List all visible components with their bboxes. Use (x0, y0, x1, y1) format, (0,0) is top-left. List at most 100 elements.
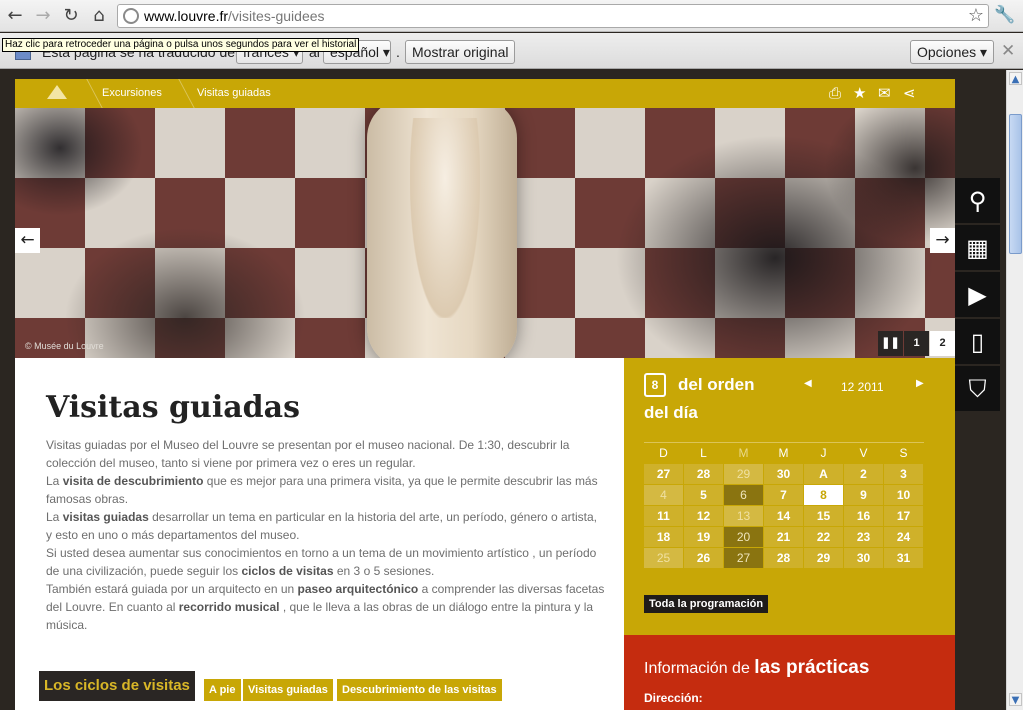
calendar-day[interactable]: 28 (764, 548, 804, 569)
home-icon[interactable]: ⌂ (88, 5, 110, 27)
calendar-grid: D L M M J V S 27 28 29 30 A 2 3 4 5 6 7 … (644, 442, 924, 569)
tab-descubrimiento[interactable]: Descubrimiento de las visitas (337, 679, 502, 701)
vertical-scrollbar[interactable]: ▲ ▼ (1006, 70, 1023, 710)
calendar-day[interactable]: 19 (684, 527, 724, 548)
site-header: Excursiones Visitas guiadas ⎙ ★ ✉ ⋖ (15, 79, 955, 108)
month-label: 12 2011 (841, 380, 884, 394)
calendar-day[interactable]: 24 (884, 527, 924, 548)
calendar-day[interactable]: 5 (684, 485, 724, 506)
practical-info-panel: Información de las prácticas Dirección: (624, 635, 955, 710)
previous-slide-arrow-icon[interactable]: ← (15, 228, 40, 253)
calendar-icon[interactable]: ▦ (955, 225, 1000, 272)
calendar-day[interactable]: 7 (764, 485, 804, 506)
calendar-day[interactable]: 10 (884, 485, 924, 506)
slide-button-1[interactable]: 1 (904, 331, 929, 356)
share-icon[interactable]: ⋖ (903, 84, 916, 102)
visit-cycles-link[interactable]: ciclos de visitas (241, 564, 333, 578)
calendar-day[interactable]: 9 (844, 485, 884, 506)
louvre-pyramid-logo[interactable] (47, 85, 67, 99)
all-programming-button[interactable]: Toda la programación (644, 595, 769, 613)
tab-visitas-guiadas[interactable]: Visitas guiadas (243, 679, 333, 701)
weekday-label: J (804, 443, 844, 464)
calendar-week-row: 11 12 13 14 15 16 17 (644, 506, 924, 527)
weekday-label: M (724, 443, 764, 464)
calendar-day[interactable]: 26 (684, 548, 724, 569)
calendar-day[interactable]: 29 (724, 464, 764, 485)
wrench-icon[interactable]: 🔧 (994, 5, 1015, 25)
hero-slideshow: © Musée du Louvre ← → ❚❚ 1 2 (15, 108, 955, 358)
calendar-day[interactable]: 4 (644, 485, 684, 506)
calendar-day[interactable]: 27 (644, 464, 684, 485)
options-button[interactable]: Opciones ▾ (910, 40, 995, 64)
tab-a-pie[interactable]: A pie (204, 679, 241, 701)
tickets-icon[interactable]: ▯ (955, 319, 1000, 366)
bookmark-star-icon[interactable]: ☆ (968, 5, 984, 26)
agenda-title-line2: del día (644, 403, 698, 422)
agenda-calendar: 8 del orden del día ◀ 12 2011 ▶ D L M M … (624, 358, 955, 635)
calendar-day[interactable]: 28 (684, 464, 724, 485)
calendar-day[interactable]: 13 (724, 506, 764, 527)
calendar-day[interactable]: 21 (764, 527, 804, 548)
calendar-day[interactable]: 11 (644, 506, 684, 527)
address-label: Dirección: (644, 691, 703, 705)
translate-period: . (396, 44, 400, 60)
calendar-week-row: 18 19 20 21 22 23 24 (644, 527, 924, 548)
breadcrumb-visitas-guiadas[interactable]: Visitas guiadas (197, 87, 271, 99)
weekday-label: V (844, 443, 884, 464)
calendar-day[interactable]: 6 (724, 485, 764, 506)
print-icon[interactable]: ⎙ (829, 84, 841, 102)
scroll-up-arrow-icon[interactable]: ▲ (1009, 72, 1022, 85)
reload-icon[interactable]: ↻ (60, 5, 82, 27)
calendar-day[interactable]: 30 (844, 548, 884, 569)
calendar-day[interactable]: 30 (764, 464, 804, 485)
calendar-day[interactable]: 23 (844, 527, 884, 548)
calendar-day[interactable]: 17 (884, 506, 924, 527)
tab-ciclos-de-visitas[interactable]: Los ciclos de visitas (39, 671, 195, 701)
slide-button-2[interactable]: 2 (930, 331, 955, 356)
close-icon[interactable]: ✕ (1001, 41, 1015, 61)
play-circle-icon[interactable]: ▶ (955, 272, 1000, 319)
back-arrow-icon[interactable]: ← (4, 5, 26, 27)
search-icon[interactable]: ⚲ (955, 178, 1000, 225)
calendar-day[interactable]: 22 (804, 527, 844, 548)
weekday-label: L (684, 443, 724, 464)
calendar-day[interactable]: 25 (644, 548, 684, 569)
discovery-visit-link[interactable]: visita de descubrimiento (63, 474, 204, 488)
forward-arrow-icon[interactable]: → (32, 5, 54, 27)
calendar-day[interactable]: A (804, 464, 844, 485)
calendar-day[interactable]: 15 (804, 506, 844, 527)
practical-info-title: Información de las prácticas (644, 657, 870, 678)
calendar-day[interactable]: 27 (724, 548, 764, 569)
calendar-day[interactable]: 2 (844, 464, 884, 485)
address-bar[interactable]: www.louvre.fr/visites-guidees ☆ (117, 4, 989, 28)
calendar-day[interactable]: 29 (804, 548, 844, 569)
back-tooltip: Haz clic para retroceder una página o pu… (2, 38, 360, 52)
musical-tour-link[interactable]: recorrido musical (179, 600, 280, 614)
next-slide-arrow-icon[interactable]: → (930, 228, 955, 253)
calendar-day[interactable]: 16 (844, 506, 884, 527)
calendar-day[interactable]: 20 (724, 527, 764, 548)
calendar-day[interactable]: 14 (764, 506, 804, 527)
guided-visits-link[interactable]: visitas guiadas (63, 510, 149, 524)
architecture-walk-link[interactable]: paseo arquitectónico (298, 582, 419, 596)
calendar-day[interactable]: 18 (644, 527, 684, 548)
breadcrumb-excursiones[interactable]: Excursiones (102, 87, 162, 99)
scrollbar-thumb[interactable] (1009, 114, 1022, 254)
calendar-day[interactable]: 12 (684, 506, 724, 527)
previous-month-arrow-icon[interactable]: ◀ (804, 378, 812, 389)
calendar-day[interactable]: 31 (884, 548, 924, 569)
weekday-label: M (764, 443, 804, 464)
next-month-arrow-icon[interactable]: ▶ (916, 378, 924, 389)
page-viewport: Excursiones Visitas guiadas ⎙ ★ ✉ ⋖ © Mu… (0, 70, 1006, 710)
show-original-button[interactable]: Mostrar original (405, 40, 516, 64)
weekday-label: S (884, 443, 924, 464)
calendar-weekday-row: D L M M J V S (644, 443, 924, 464)
favorite-star-icon[interactable]: ★ (853, 84, 866, 102)
side-toolbar: ⚲ ▦ ▶ ▯ ⛉ (955, 178, 1000, 413)
calendar-day[interactable]: 3 (884, 464, 924, 485)
shopping-bag-icon[interactable]: ⛉ (955, 366, 1000, 413)
pause-icon[interactable]: ❚❚ (878, 331, 903, 356)
calendar-day-today[interactable]: 8 (804, 485, 844, 506)
email-icon[interactable]: ✉ (878, 84, 891, 102)
scroll-down-arrow-icon[interactable]: ▼ (1009, 693, 1022, 706)
